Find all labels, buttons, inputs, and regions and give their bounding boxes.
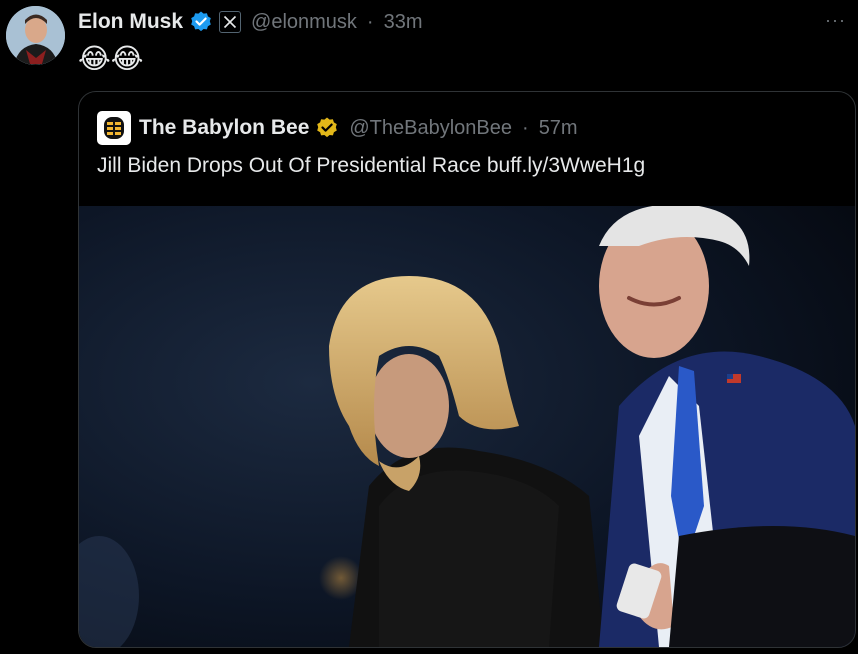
quoted-tweet-header: The Babylon Bee @TheBabylonBee · 57m [97, 110, 578, 146]
x-logo-icon[interactable] [219, 11, 242, 33]
gold-verified-badge-icon[interactable] [315, 116, 339, 140]
quoted-tweet-time[interactable]: 57m [539, 117, 578, 140]
author-handle[interactable]: @elonmusk [251, 11, 357, 34]
quoted-separator-dot: · [522, 116, 529, 139]
quoted-author-name[interactable]: The Babylon Bee [139, 116, 309, 140]
quoted-author-handle[interactable]: @TheBabylonBee [349, 117, 512, 140]
tweet-text: 😂😂 [78, 43, 144, 74]
tweet-header: Elon Musk @elonmusk · 33m [78, 8, 423, 36]
quoted-tweet-text: Jill Biden Drops Out Of Presidential Rac… [97, 154, 646, 177]
babylon-bee-logo-icon[interactable] [97, 111, 131, 145]
more-horizontal-icon[interactable]: ··· [825, 10, 846, 31]
verified-badge-icon[interactable] [189, 10, 213, 34]
separator-dot: · [366, 10, 374, 33]
author-name[interactable]: Elon Musk [78, 10, 183, 34]
author-avatar[interactable] [6, 6, 65, 65]
tweet-time[interactable]: 33m [384, 11, 423, 34]
quoted-tweet-card[interactable]: The Babylon Bee @TheBabylonBee · 57m Jil… [78, 91, 856, 648]
quoted-tweet-photo[interactable] [79, 206, 855, 647]
